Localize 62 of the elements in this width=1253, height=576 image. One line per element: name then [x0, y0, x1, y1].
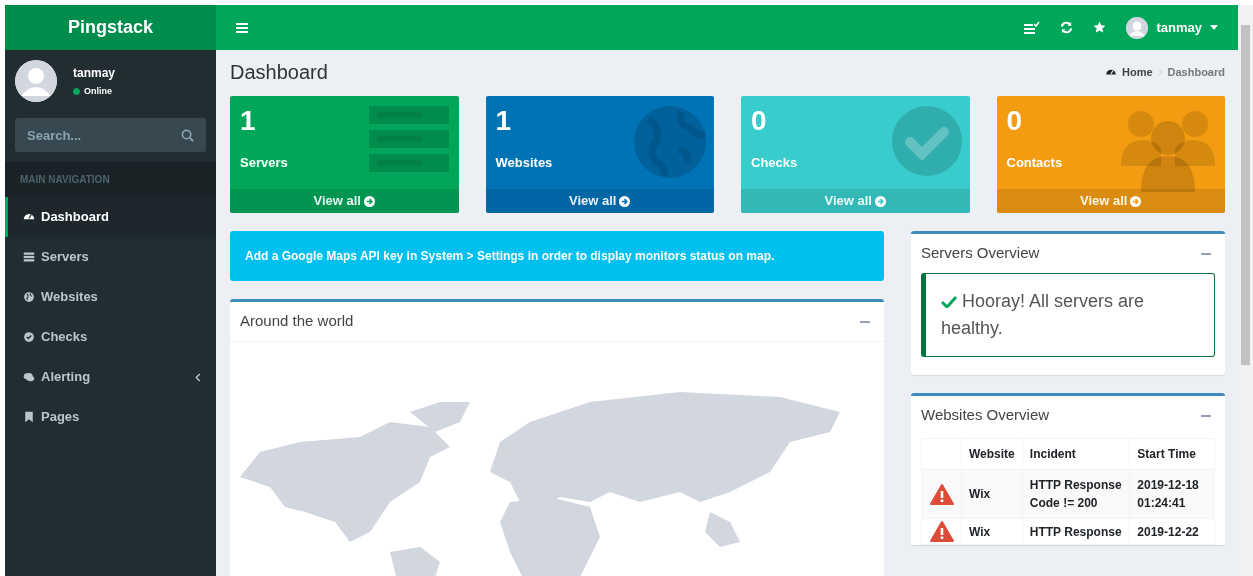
check-circle-icon	[891, 106, 962, 176]
scrollbar[interactable]	[1238, 5, 1253, 576]
panel-title: Servers Overview	[921, 243, 1040, 263]
user-avatar-icon	[15, 60, 57, 102]
avatar-icon	[1126, 16, 1149, 39]
arrow-circle-icon	[1130, 195, 1142, 207]
breadcrumb-separator-icon	[1157, 68, 1163, 76]
stat-label: Servers	[240, 153, 288, 172]
sidebar-nav-item[interactable]: Websites	[5, 277, 216, 317]
table-cell: HTTP Response Code != 200	[1022, 469, 1130, 519]
stat-count: 1	[240, 106, 256, 137]
panel-title: Websites Overview	[921, 404, 1050, 425]
success-callout: Hooray! All servers are healthy.	[921, 272, 1215, 357]
view-all-link[interactable]: View all	[485, 189, 714, 213]
sidebar-nav-item[interactable]: Servers	[5, 237, 216, 277]
arrow-circle-icon	[364, 195, 375, 207]
stat-label: Contacts	[1006, 153, 1063, 172]
search-icon	[181, 129, 194, 142]
globe-icon	[634, 106, 706, 178]
column-header: Start Time	[1129, 438, 1215, 470]
server-icon	[23, 251, 35, 263]
check-circle-icon	[23, 331, 35, 343]
stat-count: 1	[495, 106, 512, 137]
page-title: Dashboard	[230, 60, 328, 84]
stat-count: 0	[1006, 106, 1023, 137]
warning-icon	[929, 521, 954, 542]
list-check-icon	[1024, 20, 1041, 35]
table-cell: 2019-12-22	[1129, 518, 1215, 545]
brand-logo[interactable]: Pingstack	[5, 5, 216, 50]
star-icon	[1093, 21, 1107, 34]
stat-label: Websites	[495, 153, 553, 172]
sidebar-nav-item[interactable]: Pages	[5, 397, 216, 437]
sidebar-nav-item[interactable]: Dashboard	[5, 197, 216, 237]
arrow-circle-icon	[875, 195, 886, 207]
breadcrumb-link[interactable]: Home	[1121, 63, 1153, 81]
user-name: tanmay	[73, 64, 116, 82]
menu-icon	[236, 21, 248, 34]
caret-icon	[1210, 25, 1218, 30]
table-cell: Wix	[961, 518, 1023, 545]
user-status: Online	[84, 84, 112, 98]
table-cell: 2019-12-18 01:24:41	[1129, 469, 1215, 519]
column-header: Incident	[1022, 438, 1130, 470]
globe-icon	[23, 291, 35, 303]
search-field[interactable]: Search...	[15, 118, 206, 152]
sidebar-nav-item[interactable]: Alerting	[5, 357, 216, 397]
view-all-link[interactable]: View all	[230, 189, 459, 213]
arrow-circle-icon	[619, 195, 631, 207]
stat-count: 0	[751, 106, 767, 137]
stat-label: Checks	[751, 153, 798, 172]
refresh-icon	[1060, 21, 1074, 34]
breadcrumb-current: Dashboard	[1167, 64, 1225, 80]
table-cell: Wix	[961, 469, 1023, 519]
nav-section-header: MAIN NAVIGATION	[5, 162, 216, 197]
warning-icon	[929, 483, 954, 505]
server-rack-icon	[368, 106, 451, 172]
panel-title: Around the world	[240, 311, 354, 331]
check-icon	[941, 295, 957, 309]
bookmark-icon	[23, 411, 35, 423]
table-cell: HTTP Response	[1022, 518, 1130, 545]
sidebar-nav-item[interactable]: Checks	[5, 317, 216, 357]
column-header: Website	[961, 438, 1023, 470]
notice-message: Add a Google Maps API key in System > Settings in order to display monitors status on map.	[230, 231, 884, 281]
